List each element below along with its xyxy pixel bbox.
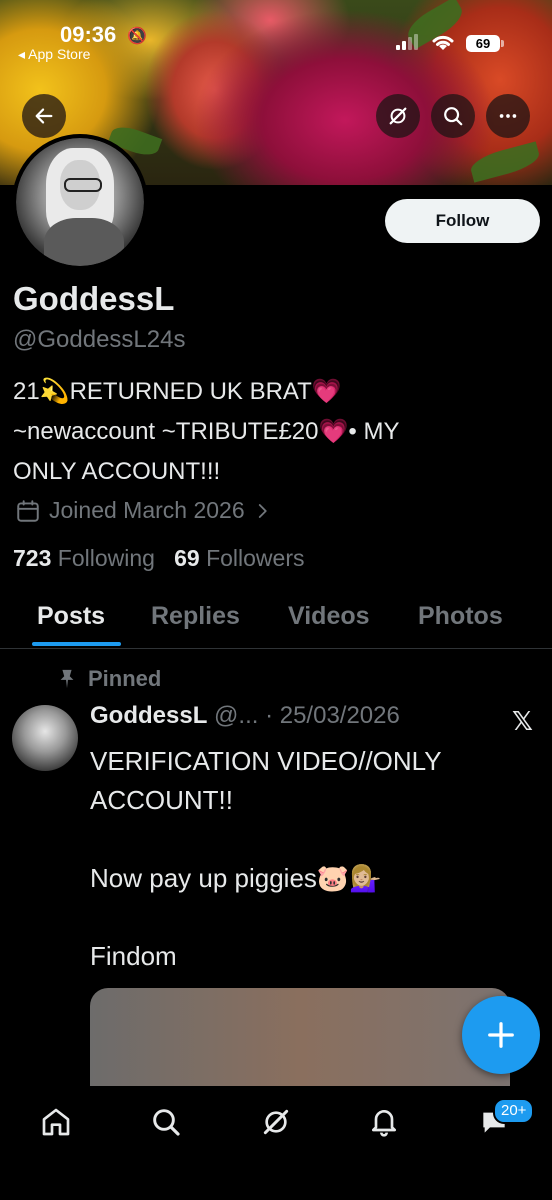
nav-home[interactable] xyxy=(36,1102,76,1142)
search-icon xyxy=(153,1109,180,1136)
search-button[interactable] xyxy=(431,94,475,138)
post-media-video[interactable] xyxy=(90,988,510,1088)
profile-name: GoddessL xyxy=(13,280,175,317)
tab-videos[interactable]: Videos xyxy=(288,602,370,631)
grok-button[interactable] xyxy=(376,94,420,138)
home-icon xyxy=(42,1108,70,1136)
chevron-right-icon xyxy=(258,503,267,518)
active-tab-indicator xyxy=(32,642,121,646)
bottom-navigation xyxy=(0,1086,552,1200)
compose-button[interactable] xyxy=(462,996,540,1074)
grok-icon xyxy=(263,1109,289,1135)
post-separator: · xyxy=(258,702,280,729)
post-date[interactable]: 25/03/2026 xyxy=(280,702,400,729)
status-time: 09:36 xyxy=(60,22,117,47)
profile-bio: 21💫RETURNED UK BRAT💗 ~newaccount ~TRIBUT… xyxy=(13,378,400,485)
followers-count: 69 xyxy=(174,545,200,571)
post-author-avatar[interactable] xyxy=(12,705,78,771)
profile-handle: @GoddessL24s xyxy=(13,326,186,353)
bell-icon xyxy=(372,1110,396,1137)
tab-replies[interactable]: Replies xyxy=(151,602,240,631)
post-header: GoddessL @... · 25/03/2026 xyxy=(90,702,400,730)
battery-indicator: 69 xyxy=(466,35,504,52)
nav-search[interactable] xyxy=(146,1102,186,1142)
following-count: 723 xyxy=(13,545,52,571)
arrow-left-icon xyxy=(35,108,53,124)
follow-counts: 723 Following 69 Followers xyxy=(13,545,305,572)
messages-badge: 20+ xyxy=(493,1098,535,1124)
followers-link[interactable]: 69 Followers xyxy=(174,545,304,571)
grok-icon xyxy=(389,107,407,125)
search-icon xyxy=(444,107,463,126)
follow-button[interactable]: Follow xyxy=(385,199,540,243)
x-logo-icon: 𝕏 xyxy=(512,706,533,736)
cellular-signal-icon xyxy=(396,34,418,50)
profile-avatar[interactable] xyxy=(12,134,148,270)
more-options-button[interactable] xyxy=(486,94,530,138)
status-bar: 09:36 🔕 ◂ App Store 69 xyxy=(0,0,552,70)
calendar-icon xyxy=(17,499,39,522)
following-link[interactable]: 723 Following xyxy=(13,545,155,571)
ellipsis-icon xyxy=(499,114,517,118)
profile-tabs: Posts Replies Videos Photos xyxy=(0,598,552,649)
following-label: Following xyxy=(57,545,155,571)
nav-notifications[interactable] xyxy=(364,1102,404,1142)
joined-date[interactable]: Joined March 2026 xyxy=(15,497,271,524)
back-to-app-store-link[interactable]: ◂ App Store xyxy=(18,46,90,63)
post-author-handle[interactable]: @... xyxy=(214,702,258,729)
joined-text: Joined March 2026 xyxy=(49,497,245,523)
pinned-label: Pinned xyxy=(56,666,161,692)
tab-photos[interactable]: Photos xyxy=(418,602,503,631)
wifi-icon xyxy=(432,35,454,50)
followers-label: Followers xyxy=(206,545,305,571)
tab-posts[interactable]: Posts xyxy=(37,602,105,631)
post-author-name[interactable]: GoddessL xyxy=(90,702,207,729)
nav-grok[interactable] xyxy=(256,1102,296,1142)
plus-icon xyxy=(488,1022,514,1048)
back-button[interactable] xyxy=(22,94,66,138)
bell-muted-icon: 🔕 xyxy=(127,28,147,45)
pin-icon xyxy=(60,669,74,689)
pinned-text: Pinned xyxy=(88,666,162,691)
post-text: VERIFICATION VIDEO//ONLY ACCOUNT!! Now p… xyxy=(90,746,442,971)
